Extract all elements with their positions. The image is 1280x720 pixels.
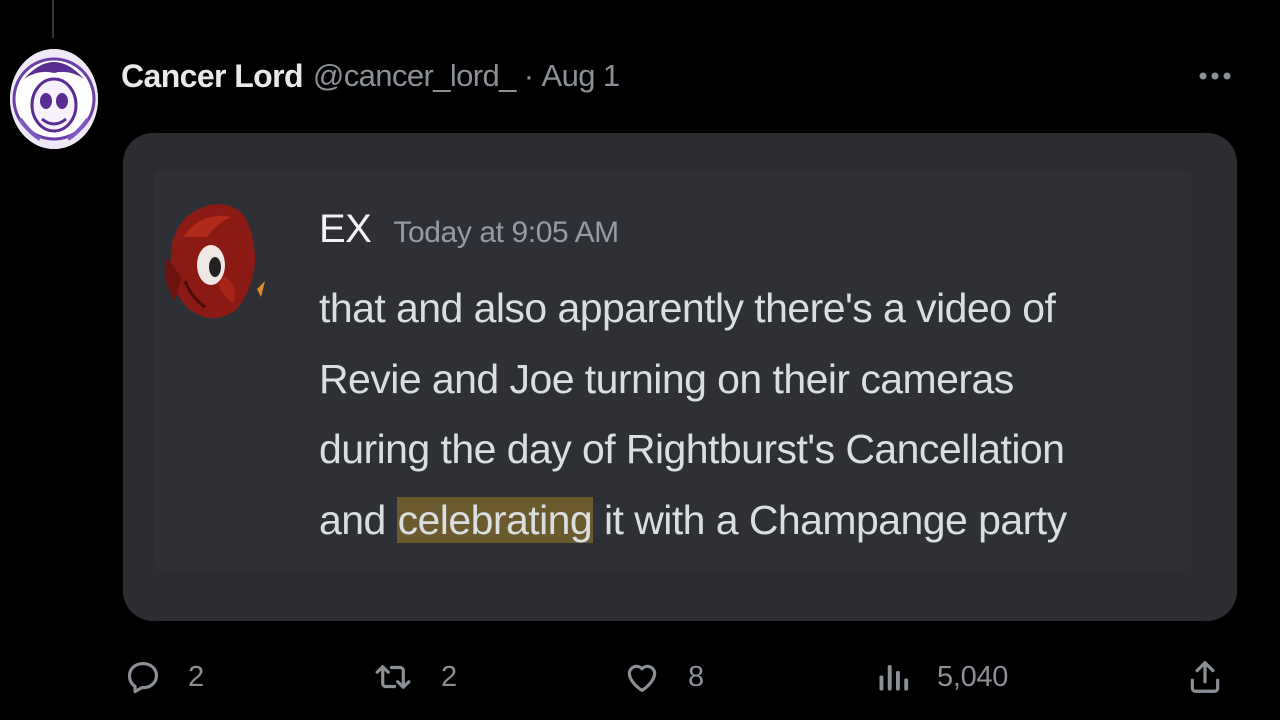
more-options-button[interactable] [1192,60,1238,92]
repost-icon [371,658,415,696]
highlighted-word: celebrating [396,496,594,543]
view-count: 5,040 [937,660,1009,693]
tweet-header: Cancer Lord @cancer_lord_ · Aug 1 [121,56,620,96]
message-timestamp: Today at 9:05 AM [393,216,619,249]
reply-count: 2 [188,660,204,693]
message-text-before-highlight: and [319,496,397,543]
more-horizontal-icon [1198,71,1232,81]
tweet-action-bar: 2 2 8 5,040 [0,652,1280,702]
avatar[interactable] [10,49,98,149]
heart-icon [622,658,662,696]
message-author-avatar [161,197,271,329]
thread-connector-line [52,0,54,38]
display-name[interactable]: Cancer Lord [121,58,303,95]
repost-button[interactable]: 2 [371,652,457,702]
message-author-line: EX Today at 9:05 AM [319,207,619,252]
reply-button[interactable]: 2 [124,652,204,702]
views-button[interactable]: 5,040 [875,652,1008,702]
tweet-page: Cancer Lord @cancer_lord_ · Aug 1 EX Tod… [0,0,1280,720]
attached-screenshot[interactable]: EX Today at 9:05 AM that and also appare… [123,133,1237,621]
message-line: that and also apparently there's a video… [319,285,1056,331]
message-author: EX [319,207,372,251]
message-line: Revie and Joe turning on their cameras [319,355,1014,402]
like-count: 8 [688,660,704,693]
share-button[interactable] [1186,652,1224,702]
like-button[interactable]: 8 [622,652,704,702]
post-date[interactable]: Aug 1 [542,58,621,94]
analytics-icon [875,658,911,696]
user-handle[interactable]: @cancer_lord_ [313,58,516,94]
avatar-image [10,49,98,149]
share-icon [1186,658,1224,696]
message-line: during the day of Rightburst's Cancellat… [319,426,1065,472]
separator-dot: · [523,58,534,93]
message-line: and celebrating it with a Champange part… [319,485,1179,556]
reply-icon [124,658,162,696]
repost-count: 2 [441,660,457,693]
message-body: that and also apparently there's a video… [319,273,1179,555]
message-text-after-highlight: it with a Champange party [593,496,1067,543]
